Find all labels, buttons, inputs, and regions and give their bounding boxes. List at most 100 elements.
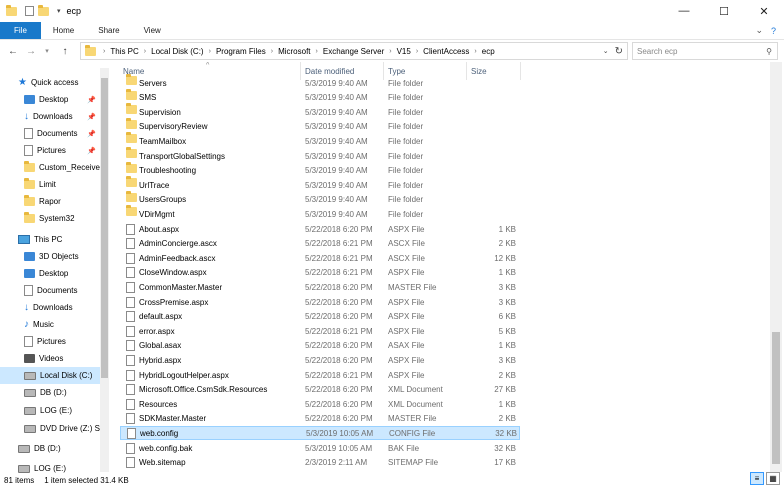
nav-3d-objects[interactable]: 3D Objects xyxy=(0,248,100,265)
file-row[interactable]: TeamMailbox 5/3/2019 9:40 AM File folder xyxy=(120,132,520,148)
tab-file[interactable]: File xyxy=(0,22,41,39)
nav-custom-receive[interactable]: Custom_Receive xyxy=(0,159,100,176)
nav-documents-pinned[interactable]: Documents 📌 xyxy=(0,125,100,142)
breadcrumb-this-pc[interactable]: This PC xyxy=(110,47,138,56)
nav-pictures-pinned[interactable]: Pictures 📌 xyxy=(0,142,100,159)
nav-limit[interactable]: Limit xyxy=(0,176,100,193)
back-button[interactable]: ← xyxy=(4,46,22,57)
file-row[interactable]: Hybrid.aspx 5/22/2018 6:20 PM ASPX File 3 K… xyxy=(120,353,520,367)
properties-icon[interactable] xyxy=(25,6,34,16)
pictures-icon xyxy=(24,336,33,347)
nav-db-d-network[interactable]: DB (D:) xyxy=(0,440,100,457)
breadcrumb-v15[interactable]: V15 xyxy=(397,47,411,56)
recent-locations-icon[interactable]: ▾ xyxy=(38,47,56,55)
file-row[interactable]: default.aspx 5/22/2018 6:20 PM ASPX File 6 … xyxy=(120,310,520,324)
file-row[interactable]: Web.sitemap 2/3/2019 2:11 AM SITEMAP File 1… xyxy=(120,456,520,470)
column-date-modified[interactable]: Date modified xyxy=(305,67,354,76)
breadcrumb-clientaccess[interactable]: ClientAccess xyxy=(423,47,469,56)
file-icon xyxy=(126,281,135,293)
file-row[interactable]: CommonMaster.Master 5/22/2018 6:20 PM MAST… xyxy=(120,280,520,294)
nav-local-disk-c[interactable]: Local Disk (C:) xyxy=(0,367,100,384)
file-row[interactable]: SupervisoryReview 5/3/2019 9:40 AM File fo… xyxy=(120,117,520,134)
file-row[interactable]: AdminConcierge.ascx 5/22/2018 6:21 PM ASCX… xyxy=(120,237,520,251)
file-row[interactable]: Supervision 5/3/2019 9:40 AM File folder xyxy=(120,103,520,119)
tab-home[interactable]: Home xyxy=(41,22,86,39)
nav-label: Documents xyxy=(37,286,78,295)
column-divider[interactable] xyxy=(520,62,521,80)
file-row[interactable]: UrlTrace 5/3/2019 9:40 AM File folder xyxy=(120,176,520,192)
nav-dvd-drive[interactable]: DVD Drive (Z:) SS xyxy=(0,420,100,437)
nav-downloads[interactable]: ↓ Downloads xyxy=(0,299,100,316)
file-row[interactable]: About.aspx 5/22/2018 6:20 PM ASPX File 1 KB xyxy=(120,222,520,236)
file-name: AdminFeedback.ascx xyxy=(139,253,216,263)
file-list-scrollbar[interactable] xyxy=(770,62,782,472)
customize-toolbar-icon[interactable]: ▾ xyxy=(57,7,61,15)
file-row[interactable]: CrossPremise.aspx 5/22/2018 6:20 PM ASPX F… xyxy=(120,295,520,309)
nav-quick-access[interactable]: ★ Quick access xyxy=(0,74,100,91)
nav-rapor[interactable]: Rapor xyxy=(0,193,100,210)
nav-log-e[interactable]: LOG (E:) xyxy=(0,402,100,419)
chevron-right-icon: › xyxy=(208,47,211,55)
file-row[interactable]: TransportGlobalSettings 5/3/2019 9:40 AM F… xyxy=(120,147,520,163)
drive-icon xyxy=(24,371,36,380)
file-row[interactable]: SMS 5/3/2019 9:40 AM File folder xyxy=(120,88,520,105)
search-input[interactable]: Search ecp ⚲ xyxy=(632,42,778,60)
maximize-button[interactable]: ☐ xyxy=(704,0,744,22)
file-date-modified: 5/22/2018 6:20 PM xyxy=(305,341,373,351)
nav-this-pc[interactable]: This PC xyxy=(0,231,100,248)
nav-pictures[interactable]: Pictures xyxy=(0,333,100,350)
search-icon: ⚲ xyxy=(766,46,772,56)
help-icon[interactable]: ? xyxy=(771,26,776,36)
new-folder-icon[interactable] xyxy=(38,4,49,16)
nav-desktop[interactable]: Desktop xyxy=(0,265,100,282)
file-row[interactable]: HybridLogoutHelper.aspx 5/22/2018 6:21 PM… xyxy=(120,368,520,382)
breadcrumb-exchange-server[interactable]: Exchange Server xyxy=(323,47,384,56)
file-row[interactable]: SDKMaster.Master 5/22/2018 6:20 PM MASTER … xyxy=(120,412,520,426)
file-list-scroll-thumb[interactable] xyxy=(772,332,780,464)
nav-music[interactable]: ♪ Music xyxy=(0,316,100,333)
file-row[interactable]: CloseWindow.aspx 5/22/2018 6:21 PM ASPX Fi… xyxy=(120,266,520,280)
refresh-icon[interactable]: ↻ xyxy=(615,46,623,57)
breadcrumb-microsoft[interactable]: Microsoft xyxy=(278,47,310,56)
nav-system32[interactable]: System32 xyxy=(0,210,100,227)
nav-label: Rapor xyxy=(39,197,61,206)
nav-pane-scrollbar[interactable] xyxy=(100,68,109,472)
file-row[interactable]: Servers 5/3/2019 9:40 AM File folder xyxy=(120,74,520,90)
minimize-button[interactable]: — xyxy=(664,0,704,22)
breadcrumb-program-files[interactable]: Program Files xyxy=(216,47,266,56)
large-icons-view-icon[interactable]: ▦ xyxy=(766,472,780,485)
chevron-right-icon: › xyxy=(474,47,477,55)
tab-view[interactable]: View xyxy=(132,22,173,39)
tab-share[interactable]: Share xyxy=(86,22,131,39)
file-row[interactable]: UsersGroups 5/3/2019 9:40 AM File folder xyxy=(120,190,520,207)
file-row[interactable]: VDirMgmt 5/3/2019 9:40 AM File folder xyxy=(120,205,520,221)
address-bar[interactable]: › This PC › Local Disk (C:) › Program Fi… xyxy=(80,42,628,60)
close-button[interactable]: ✕ xyxy=(744,0,784,22)
breadcrumb-local-disk[interactable]: Local Disk (C:) xyxy=(151,47,203,56)
file-row[interactable]: Troubleshooting 5/3/2019 9:40 AM File fold… xyxy=(120,161,520,178)
file-name: CrossPremise.aspx xyxy=(139,297,209,307)
file-row[interactable]: Microsoft.Office.CsmSdk.Resources 5/22/20… xyxy=(120,383,520,397)
nav-documents[interactable]: Documents xyxy=(0,282,100,299)
nav-db-d[interactable]: DB (D:) xyxy=(0,384,100,401)
folder-icon xyxy=(24,212,35,223)
nav-pane-scroll-thumb[interactable] xyxy=(101,78,108,378)
file-row[interactable]: web.config 5/3/2019 10:05 AM CONFIG File 32… xyxy=(120,426,520,441)
details-view-icon[interactable]: ≡ xyxy=(750,472,764,485)
nav-desktop-pinned[interactable]: Desktop 📌 xyxy=(0,91,100,108)
file-row[interactable]: AdminFeedback.ascx 5/22/2018 6:21 PM ASCX … xyxy=(120,251,520,265)
file-row[interactable]: web.config.bak 5/3/2019 10:05 AM BAK File 3… xyxy=(120,441,520,455)
address-dropdown-icon[interactable]: ⌄ xyxy=(603,47,609,55)
file-row[interactable]: Resources 5/22/2018 6:20 PM XML Document 1 … xyxy=(120,397,520,411)
file-type: ASCX File xyxy=(388,253,425,263)
column-type[interactable]: Type xyxy=(388,67,405,76)
breadcrumb-ecp[interactable]: ecp xyxy=(482,47,495,56)
column-size[interactable]: Size xyxy=(471,67,487,76)
nav-videos[interactable]: Videos xyxy=(0,350,100,367)
file-icon xyxy=(126,442,135,454)
file-row[interactable]: Global.asax 5/22/2018 6:20 PM ASAX File 1 K… xyxy=(120,339,520,353)
nav-downloads-pinned[interactable]: ↓ Downloads 📌 xyxy=(0,108,100,125)
expand-ribbon-icon[interactable]: ⌄ xyxy=(755,25,763,36)
up-button[interactable]: ↑ xyxy=(56,46,74,57)
file-row[interactable]: error.aspx 5/22/2018 6:21 PM ASPX File 5 KB xyxy=(120,324,520,338)
